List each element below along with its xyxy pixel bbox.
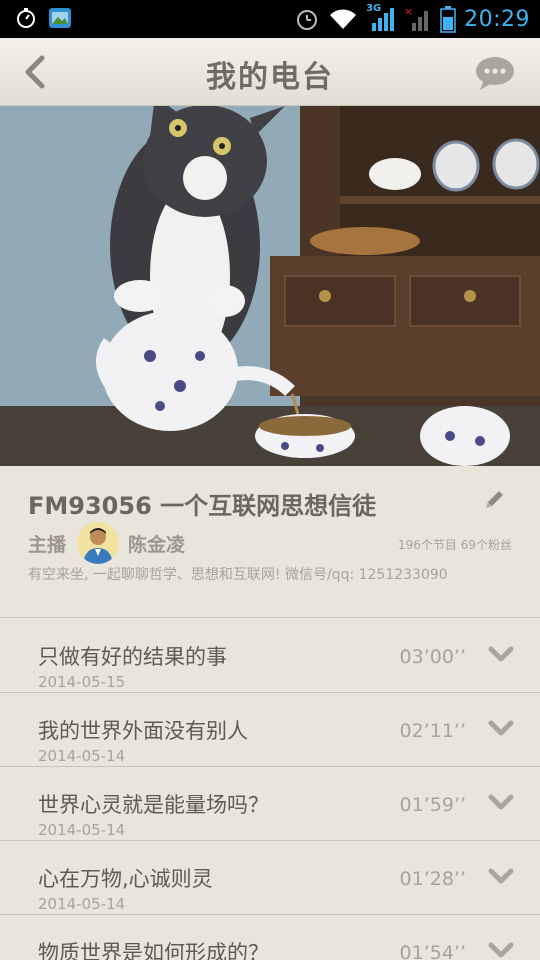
host-name[interactable]: 陈金凌 — [128, 530, 185, 557]
episode-duration: 01’59’’ — [399, 794, 466, 816]
episode-title: 只做有好的结果的事 — [38, 645, 227, 669]
episode-title: 我的世界外面没有别人 — [38, 719, 248, 743]
radio-stats: 196个节目 69个粉丝 — [398, 538, 512, 552]
episode-duration: 01’54’’ — [399, 942, 466, 960]
wifi-icon — [330, 9, 357, 29]
pencil-icon — [486, 491, 503, 508]
episode-date: 2014-05-14 — [38, 821, 126, 839]
episode-list: 只做有好的结果的事 2014-05-15 03’00’’ 我的世界外面没有别人 … — [0, 619, 540, 960]
chevron-down-icon — [488, 646, 514, 662]
expand-button[interactable] — [488, 941, 514, 960]
svg-text:×: × — [404, 5, 413, 18]
chat-bubble-icon — [476, 57, 514, 90]
list-item[interactable]: 心在万物,心诚则灵 2014-05-14 01’28’’ — [0, 841, 540, 915]
expand-button[interactable] — [488, 645, 514, 665]
edit-button[interactable] — [482, 488, 506, 512]
comments-button[interactable] — [474, 54, 518, 92]
expand-button[interactable] — [488, 867, 514, 887]
chevron-down-icon — [488, 720, 514, 736]
avatar-photo — [77, 522, 119, 564]
episode-date: 2014-05-14 — [38, 895, 126, 913]
host-label: 主播 — [28, 534, 67, 556]
stopwatch-icon — [17, 8, 35, 28]
episode-date: 2014-05-15 — [38, 673, 126, 691]
radio-title: FM93056 一个互联网思想信徒 — [28, 492, 377, 520]
list-item[interactable]: 只做有好的结果的事 2014-05-15 03’00’’ — [0, 619, 540, 693]
cover-image — [0, 106, 540, 466]
expand-button[interactable] — [488, 793, 514, 813]
no-signal-icon: × — [404, 5, 429, 31]
episode-title: 世界心灵就是能量场吗？ — [38, 793, 269, 817]
gallery-app-icon — [49, 8, 71, 28]
page-title: 我的电台 — [206, 60, 334, 95]
chevron-down-icon — [488, 794, 514, 810]
episode-date: 2014-05-14 — [38, 747, 126, 765]
clock: 20:29 — [464, 6, 530, 32]
battery-icon — [440, 6, 456, 33]
episode-duration: 03’00’’ — [399, 646, 466, 668]
expand-button[interactable] — [488, 719, 514, 739]
radio-info-panel: FM93056 一个互联网思想信徒 主播 陈金凌 196个节目 69个粉丝 有空… — [0, 466, 540, 618]
list-item[interactable]: 我的世界外面没有别人 2014-05-14 02’11’’ — [0, 693, 540, 767]
list-item[interactable]: 物质世界是如何形成的？ 01’54’’ — [0, 915, 540, 960]
radio-description: 有空来坐, 一起聊聊哲学、思想和互联网! 微信号/qq: 1251233090 — [28, 567, 448, 583]
episode-title: 心在万物,心诚则灵 — [38, 867, 213, 891]
alarm-icon — [297, 10, 318, 30]
episode-duration: 01’28’’ — [399, 868, 466, 890]
cat-pouring-tea-illustration — [0, 106, 540, 466]
episode-duration: 02’11’’ — [399, 720, 466, 742]
episode-title: 物质世界是如何形成的？ — [38, 941, 269, 960]
chevron-down-icon — [488, 942, 514, 958]
chevron-down-icon — [488, 868, 514, 884]
list-item[interactable]: 世界心灵就是能量场吗？ 2014-05-14 01’59’’ — [0, 767, 540, 841]
mobile-signal-icon: 3G — [366, 3, 396, 33]
status-bar: 3G × 20:29 — [0, 0, 540, 38]
title-bar: 我的电台 — [0, 38, 540, 106]
host-avatar[interactable] — [77, 522, 119, 564]
